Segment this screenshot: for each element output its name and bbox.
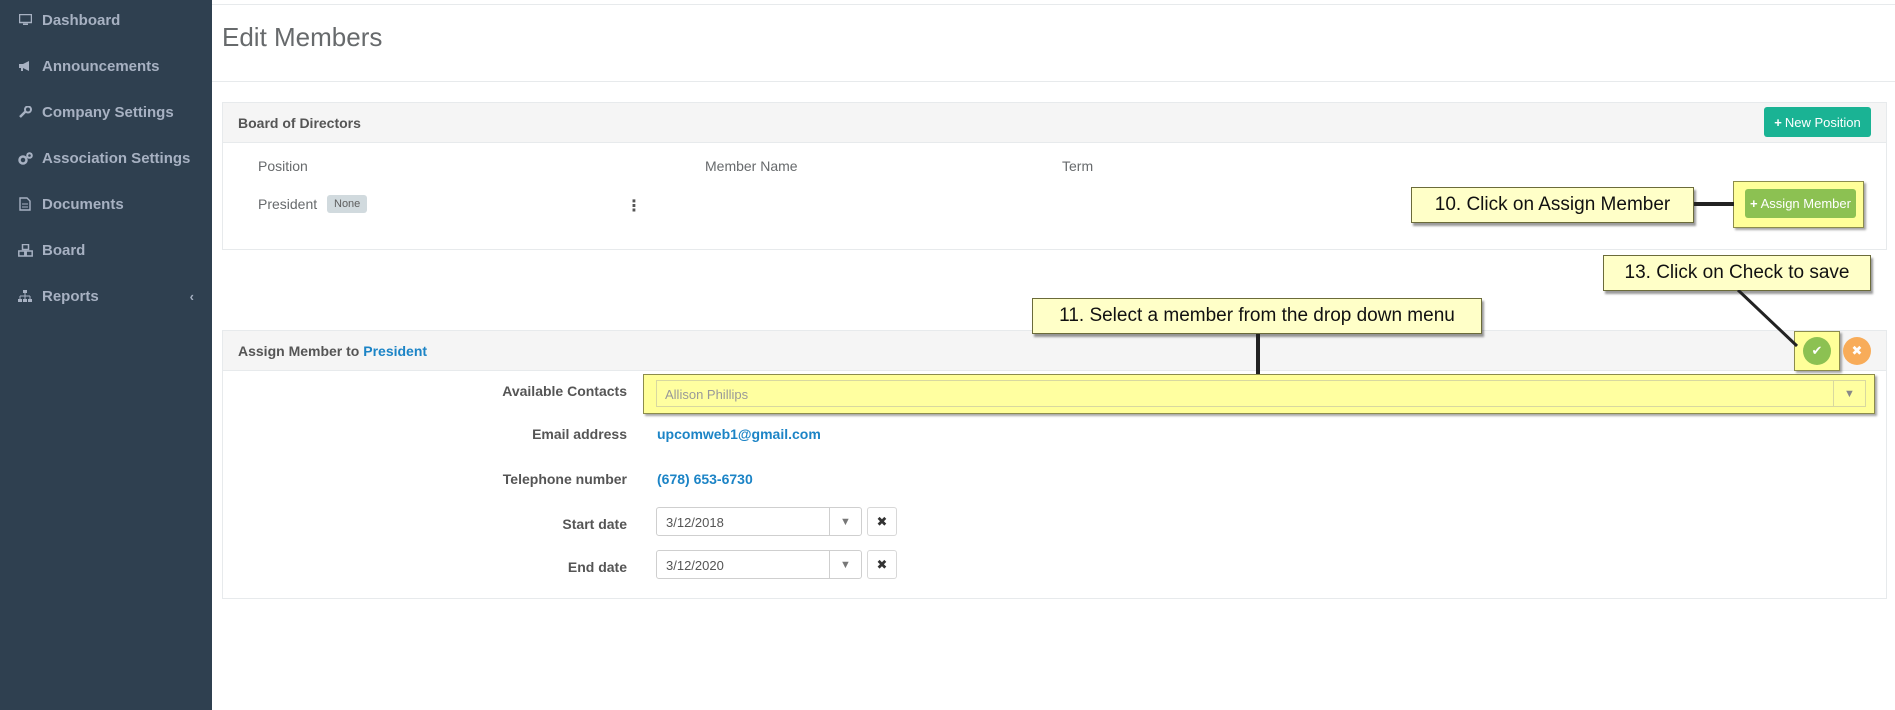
position-name: President [258,196,318,212]
page-title: Edit Members [222,22,383,52]
wrench-icon [16,105,34,119]
plus-icon: + [1774,114,1782,130]
close-icon: ✖ [876,556,888,572]
email-label: Email address [532,426,627,442]
end-date-label: End date [567,559,627,575]
sidebar-item-label: Board [42,241,86,259]
panel-title-position[interactable]: President [363,343,427,359]
column-header-member-name: Member Name [705,158,798,174]
telephone-label: Telephone number [502,471,627,487]
sidebar-item-board[interactable]: Board [0,230,212,270]
check-icon: ✔ [1811,343,1823,358]
new-position-button[interactable]: + New Position [1764,107,1871,137]
sidebar-item-announcements[interactable]: Announcements [0,46,212,86]
panel-header: Board of Directors [223,103,1886,143]
telephone-value[interactable]: (678) 653-6730 [657,471,753,487]
save-button[interactable]: ✔ [1803,337,1831,365]
sidebar: Dashboard Announcements Company Settings… [0,0,212,710]
start-date-picker[interactable]: 3/12/2018 ▼ [656,507,862,536]
sidebar-item-documents[interactable]: Documents [0,184,212,224]
title-divider [212,81,1895,82]
chevron-down-icon[interactable]: ▼ [829,551,861,578]
sidebar-item-reports[interactable]: Reports ‹ [0,276,212,316]
close-icon: ✖ [876,513,888,529]
sidebar-item-company-settings[interactable]: Company Settings [0,92,212,132]
sidebar-item-association-settings[interactable]: Association Settings [0,138,212,178]
highlight-available-contacts: Allison Phillips ▼ [643,374,1875,414]
assign-member-label: Assign Member [1760,196,1851,211]
sidebar-item-label: Dashboard [42,11,121,29]
end-date-value: 3/12/2020 [666,558,724,573]
email-value[interactable]: upcomweb1@gmail.com [657,426,821,442]
new-position-label: New Position [1784,114,1861,130]
clear-start-date-button[interactable]: ✖ [867,507,897,536]
chevron-down-icon[interactable]: ▼ [1833,381,1865,406]
cancel-button[interactable]: ✖ [1843,337,1871,365]
assign-member-panel: Assign Member to President Available Con… [222,330,1887,599]
callout-connector [1256,334,1260,374]
sidebar-item-label: Announcements [42,57,160,75]
available-contacts-select[interactable]: Allison Phillips ▼ [656,380,1866,407]
panel-title: Assign Member to President [238,343,427,359]
callout-step-11: 11. Select a member from the drop down m… [1032,298,1482,334]
assign-member-button[interactable]: + Assign Member [1745,189,1856,218]
sidebar-item-label: Reports [42,287,99,305]
panel-header: Assign Member to President [223,331,1886,371]
bullhorn-icon [16,60,34,72]
document-icon [16,197,34,211]
callout-step-13: 13. Click on Check to save [1603,255,1871,291]
available-contacts-value: Allison Phillips [665,387,749,402]
callout-connector [1736,290,1799,348]
sidebar-item-dashboard[interactable]: Dashboard [0,0,212,40]
plus-icon: + [1750,196,1758,211]
gears-icon [16,151,34,165]
close-icon: ✖ [1851,343,1863,358]
sitemap-icon [16,290,34,302]
sidebar-item-label: Documents [42,195,124,213]
sidebar-item-label: Association Settings [42,149,191,167]
cubes-icon [16,243,34,257]
chevron-left-icon: ‹ [189,288,194,304]
column-header-position: Position [258,158,308,174]
sidebar-item-label: Company Settings [42,103,174,121]
callout-step-10: 10. Click on Assign Member [1411,187,1694,223]
available-contacts-label: Available Contacts [502,383,627,399]
row-menu-icon[interactable]: ⋮ [626,196,642,216]
board-of-directors-panel: Board of Directors + New Position Positi… [222,102,1887,250]
monitor-icon [16,14,34,26]
chevron-down-icon[interactable]: ▼ [829,508,861,535]
end-date-picker[interactable]: 3/12/2020 ▼ [656,550,862,579]
start-date-value: 3/12/2018 [666,515,724,530]
callout-connector [1694,202,1734,206]
top-divider [212,4,1895,5]
panel-title-prefix: Assign Member to [238,343,360,359]
clear-end-date-button[interactable]: ✖ [867,550,897,579]
panel-title: Board of Directors [238,115,361,131]
status-badge: None [327,195,368,213]
start-date-label: Start date [562,516,627,532]
column-header-term: Term [1062,158,1094,174]
